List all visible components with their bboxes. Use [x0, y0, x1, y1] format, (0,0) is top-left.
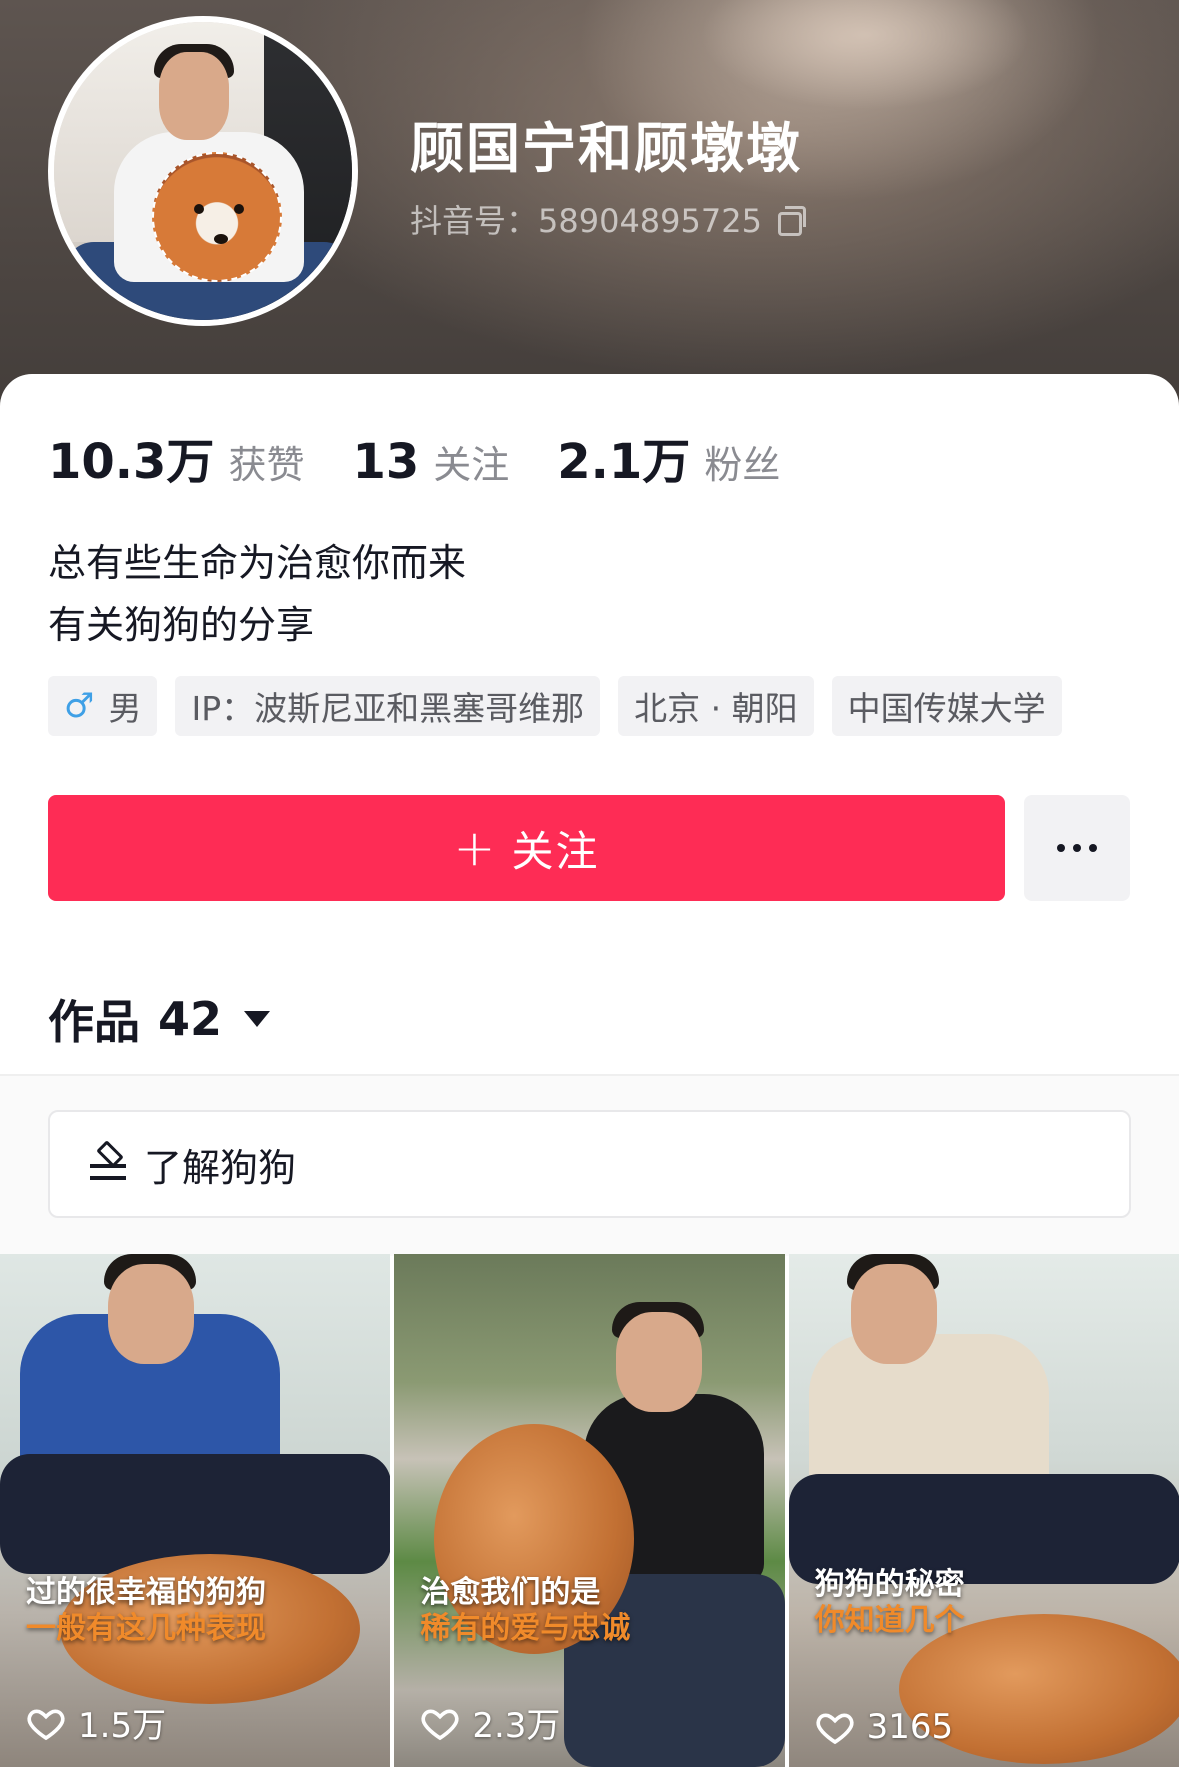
- video-caption-line-1: 治愈我们的是: [420, 1575, 601, 1610]
- male-icon: ♂: [64, 686, 95, 726]
- stat-followers[interactable]: 2.1万 粉丝: [557, 422, 780, 492]
- tag-ip: IP：波斯尼亚和黑塞哥维那: [175, 676, 601, 736]
- stat-likes[interactable]: 10.3万 获赞: [48, 422, 304, 492]
- tab-works[interactable]: 作品 42: [48, 986, 271, 1052]
- header-backdrop-photo: [700, 0, 1030, 110]
- video-caption-line-2: 一般有这几种表现: [26, 1611, 266, 1646]
- bio-line-1: 总有些生命为治愈你而来: [48, 541, 467, 585]
- video-likes: 2.3万: [420, 1698, 560, 1747]
- follow-button-label: 关注: [511, 826, 600, 876]
- more-options-button[interactable]: [1024, 795, 1130, 901]
- tag-school[interactable]: 中国传媒大学: [831, 676, 1062, 736]
- video-likes: 1.5万: [26, 1698, 166, 1747]
- video-thumbnail[interactable]: 治愈我们的是 稀有的爱与忠诚 2.3万: [394, 1254, 785, 1767]
- collection-entry[interactable]: 了解狗狗: [48, 1110, 1131, 1218]
- douyin-id[interactable]: 抖音号：58904895725: [410, 196, 806, 242]
- profile-name: 顾国宁和顾墩墩: [410, 117, 802, 180]
- stats-row: 10.3万 获赞 13 关注 2.1万 粉丝: [48, 422, 828, 492]
- stat-likes-value: 10.3万: [48, 434, 215, 490]
- plus-icon: +: [453, 819, 498, 877]
- video-caption-line-2: 稀有的爱与忠诚: [420, 1611, 631, 1646]
- video-caption-line-1: 狗狗的秘密: [814, 1567, 965, 1602]
- video-caption-line-1: 过的很幸福的狗狗: [26, 1575, 266, 1610]
- video-likes-count: 2.3万: [472, 1706, 561, 1746]
- douyin-id-text: 抖音号：58904895725: [410, 202, 762, 240]
- more-dot-icon: [1073, 844, 1081, 852]
- heart-icon: [27, 1708, 65, 1740]
- video-likes-count: 3165: [866, 1707, 954, 1747]
- stat-following-label: 关注: [433, 443, 510, 487]
- bio: 总有些生命为治愈你而来 有关狗狗的分享: [48, 532, 466, 656]
- video-thumbnail[interactable]: 过的很幸福的狗狗 一般有这几种表现 1.5万: [0, 1254, 391, 1767]
- collection-layers-icon: [88, 1140, 128, 1184]
- video-thumbnail[interactable]: 狗狗的秘密 你知道几个 3165: [788, 1254, 1179, 1767]
- profile-info-panel: 10.3万 获赞 13 关注 2.1万 粉丝 总有些生命为治愈你而来 有关狗狗的…: [0, 374, 1179, 1767]
- video-likes: 3165: [815, 1707, 954, 1747]
- stat-likes-label: 获赞: [228, 443, 305, 487]
- more-dot-icon: [1089, 844, 1097, 852]
- caret-down-icon: [244, 1011, 271, 1027]
- tag-gender: ♂ 男: [48, 676, 158, 736]
- heart-icon: [816, 1713, 854, 1745]
- stat-following-value: 13: [352, 434, 420, 490]
- video-likes-count: 1.5万: [78, 1706, 167, 1746]
- follow-button[interactable]: + 关注: [48, 795, 1005, 901]
- heart-icon: [421, 1708, 459, 1740]
- avatar-dog-badge: [152, 152, 282, 282]
- stat-followers-label: 粉丝: [704, 443, 781, 487]
- collection-label: 了解狗狗: [144, 1145, 297, 1190]
- tab-works-count: 42: [158, 992, 223, 1046]
- profile-tags: ♂ 男 IP：波斯尼亚和黑塞哥维那 北京 · 朝阳 中国传媒大学: [48, 676, 1062, 736]
- stat-followers-value: 2.1万: [557, 434, 691, 490]
- more-dot-icon: [1057, 844, 1065, 852]
- avatar[interactable]: [48, 16, 358, 326]
- stat-following[interactable]: 13 关注: [352, 434, 509, 490]
- bio-line-2: 有关狗狗的分享: [48, 603, 315, 647]
- tab-works-label: 作品: [48, 995, 140, 1049]
- copy-icon[interactable]: [777, 206, 806, 236]
- tag-gender-label: 男: [108, 689, 142, 728]
- video-caption-line-2: 你知道几个: [814, 1603, 965, 1638]
- tag-location[interactable]: 北京 · 朝阳: [618, 676, 814, 736]
- video-grid: 过的很幸福的狗狗 一般有这几种表现 1.5万 治愈我们的是 稀有的爱与忠诚 2.…: [0, 1254, 1179, 1767]
